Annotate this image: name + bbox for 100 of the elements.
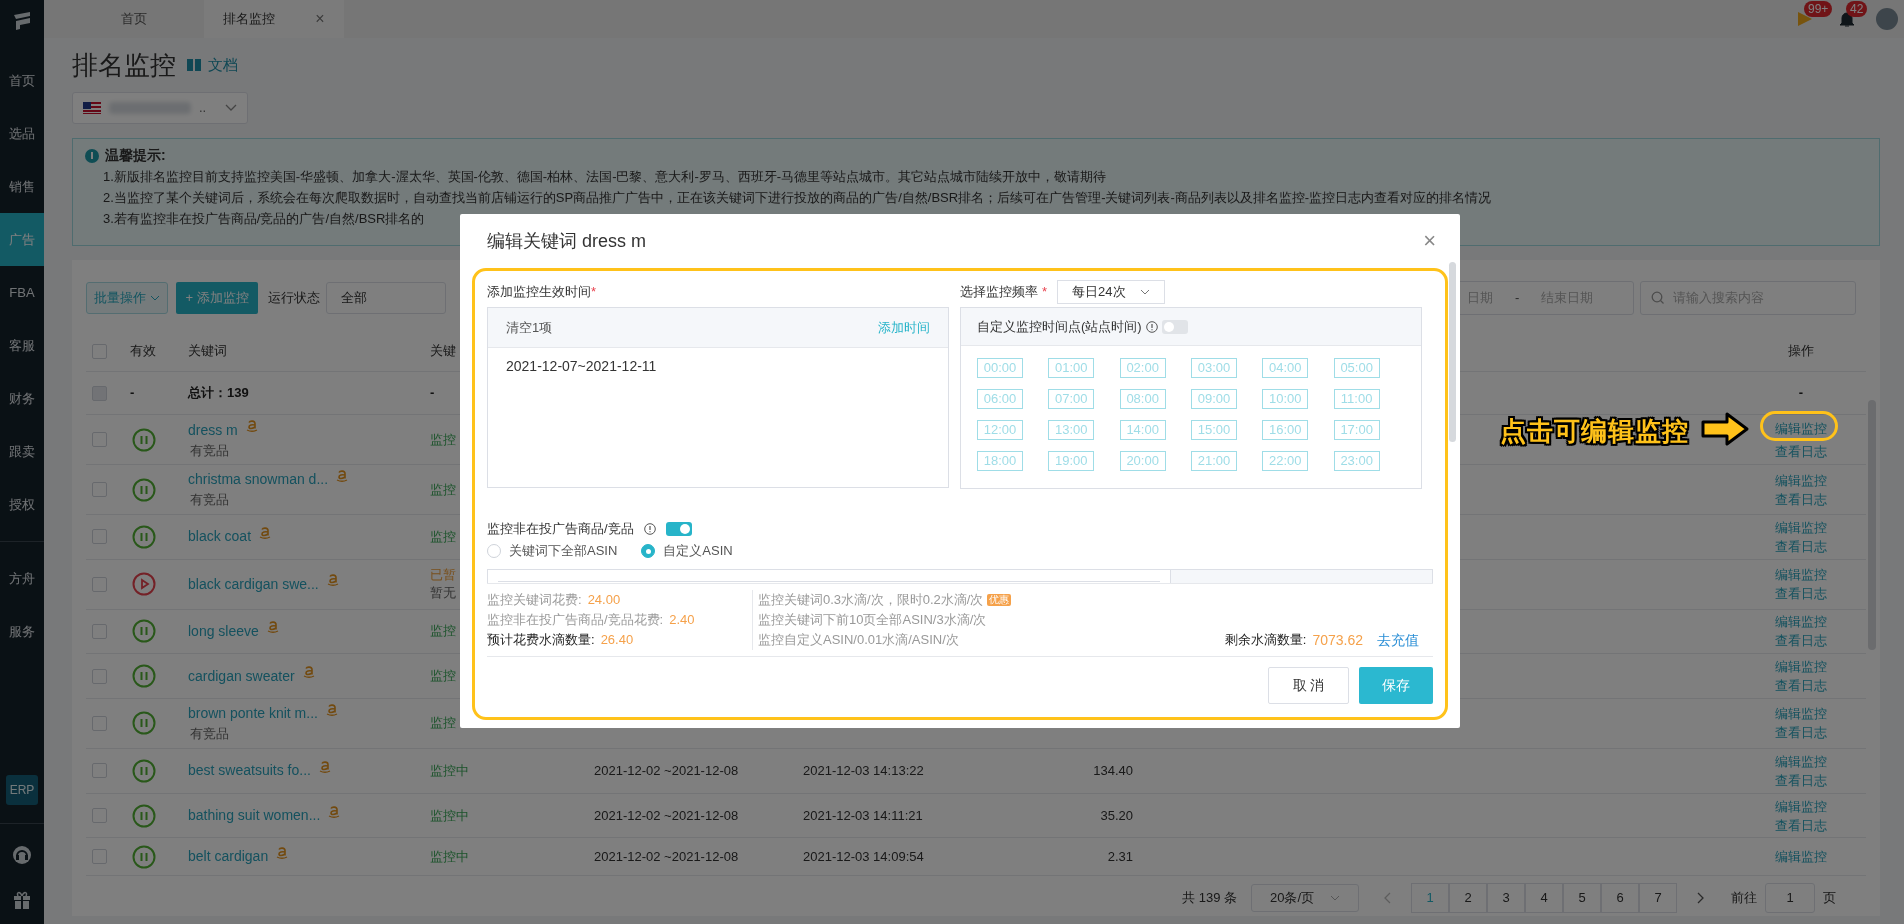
sidebar-item[interactable]: FBA <box>0 266 44 319</box>
checkbox[interactable] <box>92 849 107 865</box>
checkbox[interactable] <box>92 343 107 359</box>
keyword-link[interactable]: black coat <box>188 526 252 548</box>
page-size-select[interactable]: 20条/页 <box>1251 884 1359 913</box>
toggle-switch[interactable] <box>665 522 692 536</box>
sidebar-item[interactable]: 授权 <box>0 478 44 531</box>
action-link[interactable]: 查看日志 <box>1775 536 1827 556</box>
checkbox[interactable] <box>92 623 107 639</box>
keyword-link[interactable]: bathing suit women... <box>188 805 321 826</box>
action-link[interactable]: 查看日志 <box>1775 676 1827 696</box>
sidebar-item[interactable]: 方舟 <box>0 552 44 605</box>
cancel-button[interactable]: 取 消 <box>1268 667 1349 704</box>
previous-page-icon[interactable] <box>1383 892 1393 905</box>
checkbox[interactable] <box>92 715 107 731</box>
headset-icon[interactable] <box>11 844 33 866</box>
keyword-link[interactable]: brown ponte knit m... <box>188 703 318 725</box>
keyword-link[interactable]: black cardigan swe... <box>188 573 319 595</box>
time-chip[interactable]: 13:00 <box>1048 420 1095 440</box>
action-link[interactable]: 查看日志 <box>1775 631 1827 651</box>
gift-icon[interactable] <box>12 890 32 910</box>
page-button[interactable]: 2 <box>1449 883 1487 914</box>
doc-link[interactable]: 文档 <box>208 53 238 77</box>
add-button[interactable]: + 添加监控 <box>176 281 258 314</box>
time-chip[interactable]: 03:00 <box>1191 358 1237 378</box>
frequency-select[interactable]: 每日24次 <box>1057 280 1166 304</box>
page-button[interactable]: 3 <box>1487 883 1525 914</box>
keyword-link[interactable]: long sleeve <box>188 620 259 642</box>
keyword-link[interactable]: best sweatsuits fo... <box>188 760 311 782</box>
erp-button[interactable]: ERP <box>6 775 38 805</box>
time-chip[interactable]: 08:00 <box>1119 389 1166 409</box>
action-link[interactable]: 编辑监控 <box>1775 704 1827 724</box>
checkbox[interactable] <box>92 576 107 592</box>
time-chip[interactable]: 22:00 <box>1262 451 1309 471</box>
toggle-switch[interactable] <box>1161 319 1188 334</box>
action-link[interactable]: 查看日志 <box>1775 439 1827 463</box>
sidebar-item[interactable]: 服务 <box>0 605 44 658</box>
time-chip[interactable]: 06:00 <box>977 389 1023 409</box>
time-chip[interactable]: 19:00 <box>1048 451 1095 471</box>
checkbox[interactable] <box>92 808 107 823</box>
time-chip[interactable]: 07:00 <box>1048 389 1095 409</box>
time-chip[interactable]: 20:00 <box>1119 451 1166 471</box>
action-link[interactable]: 编辑监控 <box>1775 612 1827 632</box>
action-link[interactable]: 编辑监控 <box>1775 517 1827 537</box>
radio-option[interactable]: 关键词下全部ASIN <box>487 541 618 561</box>
checkbox[interactable] <box>92 432 107 448</box>
sidebar-item[interactable]: 跟卖 <box>0 425 44 478</box>
page-button[interactable]: 5 <box>1563 883 1601 914</box>
time-chip[interactable]: 15:00 <box>1191 420 1237 440</box>
time-chip[interactable]: 04:00 <box>1262 358 1309 378</box>
pause-icon[interactable] <box>132 758 156 783</box>
sidebar-item[interactable]: 客服 <box>0 319 44 372</box>
close-icon[interactable]: × <box>315 11 325 27</box>
pause-icon[interactable] <box>132 524 156 549</box>
time-chip[interactable]: 12:00 <box>977 420 1023 440</box>
action-link[interactable]: 查看日志 <box>1775 584 1827 604</box>
time-chip[interactable]: 23:00 <box>1333 451 1380 471</box>
keyword-link[interactable]: christma snowman d... <box>188 469 329 491</box>
radio-option[interactable]: 自定义ASIN <box>641 541 733 561</box>
page-button[interactable]: 1 <box>1411 883 1449 914</box>
time-chip[interactable]: 21:00 <box>1191 451 1237 471</box>
batch-select[interactable]: 批量操作 <box>86 281 168 314</box>
action-link[interactable]: 编辑监控 <box>1775 847 1827 867</box>
tab[interactable]: 首页 <box>64 0 204 38</box>
sidebar-item[interactable]: 财务 <box>0 372 44 425</box>
time-chip[interactable]: 11:00 <box>1333 389 1380 409</box>
tab[interactable]: 排名监控 × <box>204 0 344 38</box>
status-select[interactable]: 全部 <box>326 281 446 314</box>
store-select[interactable]: .. <box>72 92 248 124</box>
pause-icon[interactable] <box>132 619 156 644</box>
page-button[interactable]: 7 <box>1639 883 1677 914</box>
avatar[interactable] <box>1876 8 1898 30</box>
action-link[interactable]: 编辑监控 <box>1775 416 1827 440</box>
time-chip[interactable]: 18:00 <box>977 451 1023 471</box>
pause-icon[interactable] <box>132 711 156 736</box>
time-chip[interactable]: 05:00 <box>1333 358 1380 378</box>
save-button[interactable]: 保存 <box>1359 667 1433 704</box>
checkbox[interactable] <box>92 529 107 545</box>
page-input[interactable]: 1 <box>1765 883 1815 914</box>
time-chip[interactable]: 17:00 <box>1333 420 1380 440</box>
sidebar-item[interactable]: 销售 <box>0 160 44 213</box>
time-chip[interactable]: 00:00 <box>977 358 1023 378</box>
action-link[interactable]: 编辑监控 <box>1775 657 1827 677</box>
time-chip[interactable]: 16:00 <box>1262 420 1309 440</box>
pause-icon[interactable] <box>132 844 156 869</box>
action-link[interactable]: 编辑监控 <box>1775 751 1827 771</box>
page-button[interactable]: 6 <box>1601 883 1639 914</box>
action-link[interactable]: 查看日志 <box>1775 723 1827 743</box>
play-icon[interactable] <box>132 572 156 597</box>
close-icon[interactable]: × <box>1423 230 1436 252</box>
keyword-link[interactable]: dress m <box>188 419 238 441</box>
time-chip[interactable]: 09:00 <box>1191 389 1237 409</box>
checkbox[interactable] <box>92 668 107 684</box>
clear-label[interactable]: 清空1项 <box>506 317 553 338</box>
book-icon[interactable] <box>186 57 202 73</box>
pause-icon[interactable] <box>132 427 156 452</box>
pause-icon[interactable] <box>132 664 156 689</box>
time-chip[interactable]: 10:00 <box>1262 389 1309 409</box>
action-link[interactable]: 编辑监控 <box>1775 565 1827 585</box>
time-chip[interactable]: 01:00 <box>1048 358 1095 378</box>
